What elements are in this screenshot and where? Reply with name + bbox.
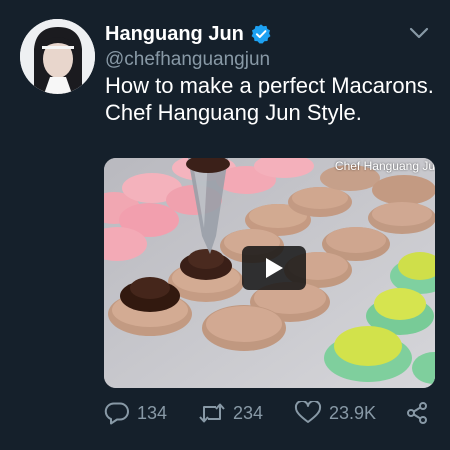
video-watermark: Chef Hanguang Ju	[334, 159, 435, 173]
avatar-image	[20, 19, 95, 94]
chevron-down-icon[interactable]	[408, 25, 430, 41]
like-button[interactable]: 23.9K	[294, 397, 376, 429]
tweet-header: Hanguang Jun @chefhanguangjun	[105, 21, 430, 71]
play-icon	[266, 258, 283, 278]
retweet-count: 234	[233, 402, 264, 423]
reply-icon	[104, 402, 129, 425]
play-button[interactable]	[242, 246, 306, 290]
share-icon	[407, 402, 427, 424]
tweet-actions: 134 234 23.9K	[104, 397, 435, 429]
name-row: Hanguang Jun	[105, 21, 430, 47]
video-player[interactable]: Chef Hanguang Ju	[104, 158, 435, 388]
like-count: 23.9K	[329, 402, 377, 423]
display-name[interactable]: Hanguang Jun	[105, 23, 244, 46]
heart-icon	[294, 401, 322, 423]
avatar[interactable]	[20, 19, 95, 94]
share-button[interactable]	[405, 397, 429, 429]
verified-badge-icon	[250, 23, 272, 45]
reply-count: 134	[137, 402, 168, 423]
reply-button[interactable]: 134	[104, 397, 167, 429]
retweet-button[interactable]: 234	[198, 397, 263, 429]
retweet-icon	[199, 403, 225, 423]
handle[interactable]: @chefhanguangjun	[105, 49, 430, 71]
tweet-text: How to make a perfect Macarons. Chef Han…	[105, 73, 434, 125]
